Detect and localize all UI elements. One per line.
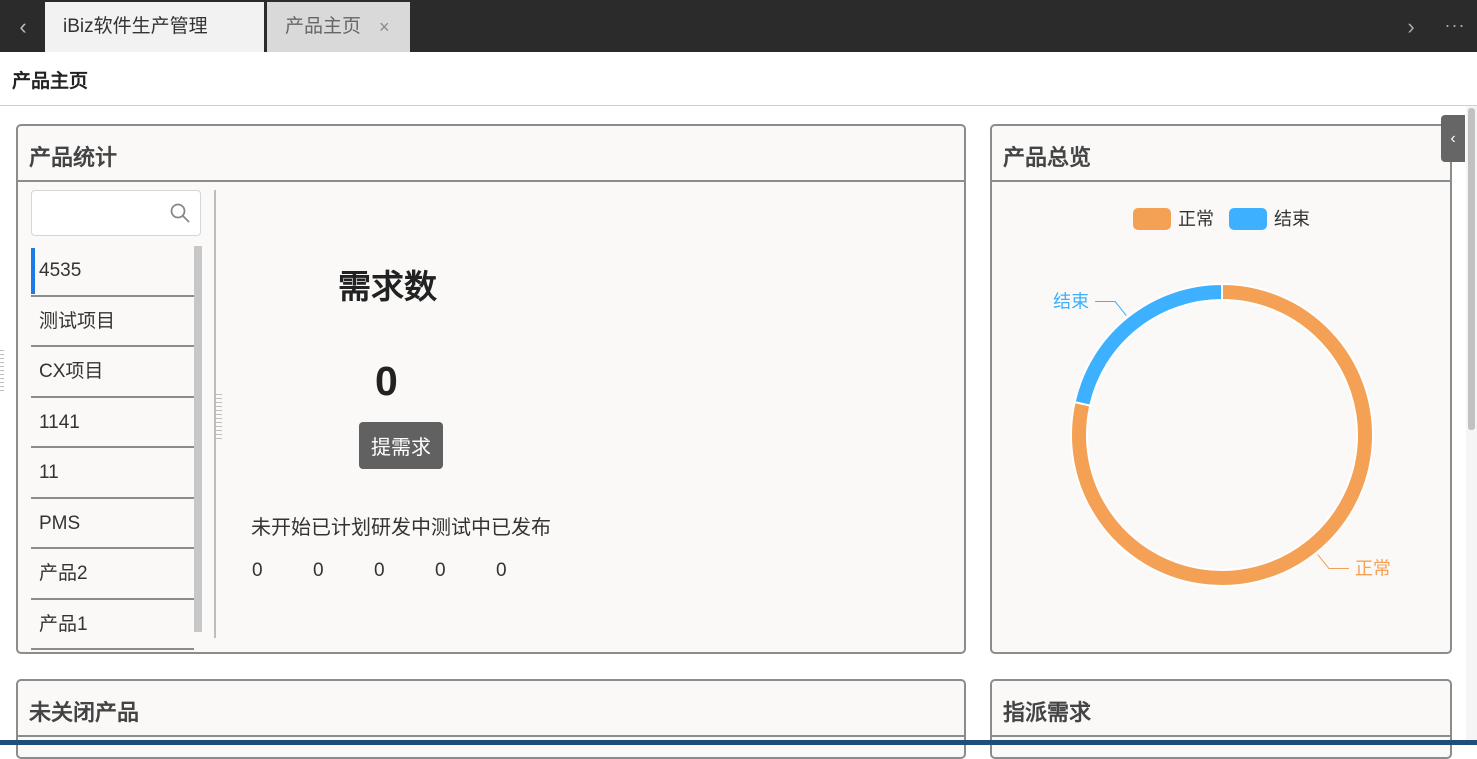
tab-ibiz[interactable]: iBiz软件生产管理 <box>45 2 264 52</box>
product-list: 4535 测试项目 CX项目 1141 11 PMS 产品2 产品1 <box>31 246 194 650</box>
tab-product-home[interactable]: 产品主页 × <box>267 2 410 52</box>
search-icon[interactable] <box>169 202 191 224</box>
requirement-count-title: 需求数 <box>338 268 437 305</box>
requirement-status-labels: 未开始已计划研发中测试中已发布 <box>251 517 551 539</box>
product-overview-donut-chart: 正常 结束 <box>1053 282 1391 587</box>
submit-requirement-button[interactable]: 提需求 <box>359 422 443 469</box>
product-list-item[interactable]: 1141 <box>31 398 194 448</box>
product-list-item[interactable]: 4535 <box>31 246 194 297</box>
tab-bar: ‹ iBiz软件生产管理 产品主页 × › ··· <box>0 0 1477 52</box>
search-input[interactable] <box>38 197 162 231</box>
product-list-item[interactable]: CX项目 <box>31 347 194 398</box>
status-value-developing: 0 <box>374 560 385 581</box>
donut-label-line-0 <box>1317 554 1349 569</box>
product-list-scrollbar[interactable] <box>194 246 202 632</box>
product-list-item[interactable]: 11 <box>31 448 194 499</box>
dashboard: 产品统计 4535 测试项目 CX项目 1141 11 PMS 产品2 产品1 … <box>4 106 1466 759</box>
panel-resize-handle[interactable] <box>216 394 222 440</box>
requirement-count-value: 0 <box>375 358 398 404</box>
assigned-requirements-header: 指派需求 <box>992 681 1450 737</box>
product-list-item[interactable]: 产品1 <box>31 600 194 650</box>
product-list-item[interactable]: 测试项目 <box>31 297 194 347</box>
open-products-header: 未关闭产品 <box>18 681 964 737</box>
close-icon[interactable]: × <box>379 2 390 52</box>
status-value-testing: 0 <box>435 560 446 581</box>
product-overview-header: 产品总览 <box>992 126 1450 182</box>
tab-product-home-label: 产品主页 <box>285 16 362 37</box>
product-stats-card: 产品统计 4535 测试项目 CX项目 1141 11 PMS 产品2 产品1 … <box>16 124 966 654</box>
product-stats-header: 产品统计 <box>18 126 964 182</box>
donut-slice-1[interactable] <box>1073 282 1223 407</box>
product-search <box>31 190 201 236</box>
status-value-released: 0 <box>496 560 507 581</box>
assigned-requirements-title: 指派需求 <box>1003 700 1092 725</box>
tab-scroll-left-icon[interactable]: ‹ <box>4 2 42 52</box>
page-title: 产品主页 <box>12 71 89 92</box>
donut-label-line-1 <box>1095 301 1127 316</box>
assigned-requirements-card: 指派需求 <box>990 679 1452 759</box>
status-value-not-started: 0 <box>252 560 263 581</box>
tab-scroll-right-icon[interactable]: › <box>1396 2 1426 52</box>
donut-label-1: 结束 <box>1053 292 1089 312</box>
product-overview-card: 产品总览 正常 结束 正常 结束 <box>990 124 1452 654</box>
collapse-panel-button[interactable]: ‹ <box>1441 115 1465 162</box>
open-products-title: 未关闭产品 <box>29 700 140 725</box>
left-resize-handle[interactable] <box>0 350 4 394</box>
donut-label-0: 正常 <box>1355 558 1391 578</box>
product-list-item[interactable]: 产品2 <box>31 549 194 600</box>
bottom-bar <box>0 740 1477 745</box>
product-overview-title: 产品总览 <box>1003 145 1092 170</box>
status-value-planned: 0 <box>313 560 324 581</box>
product-stats-title: 产品统计 <box>29 145 118 170</box>
more-icon[interactable]: ··· <box>1440 2 1470 52</box>
product-list-item[interactable]: PMS <box>31 499 194 549</box>
open-products-card: 未关闭产品 <box>16 679 966 759</box>
page-scrollbar-thumb[interactable] <box>1468 108 1475 430</box>
